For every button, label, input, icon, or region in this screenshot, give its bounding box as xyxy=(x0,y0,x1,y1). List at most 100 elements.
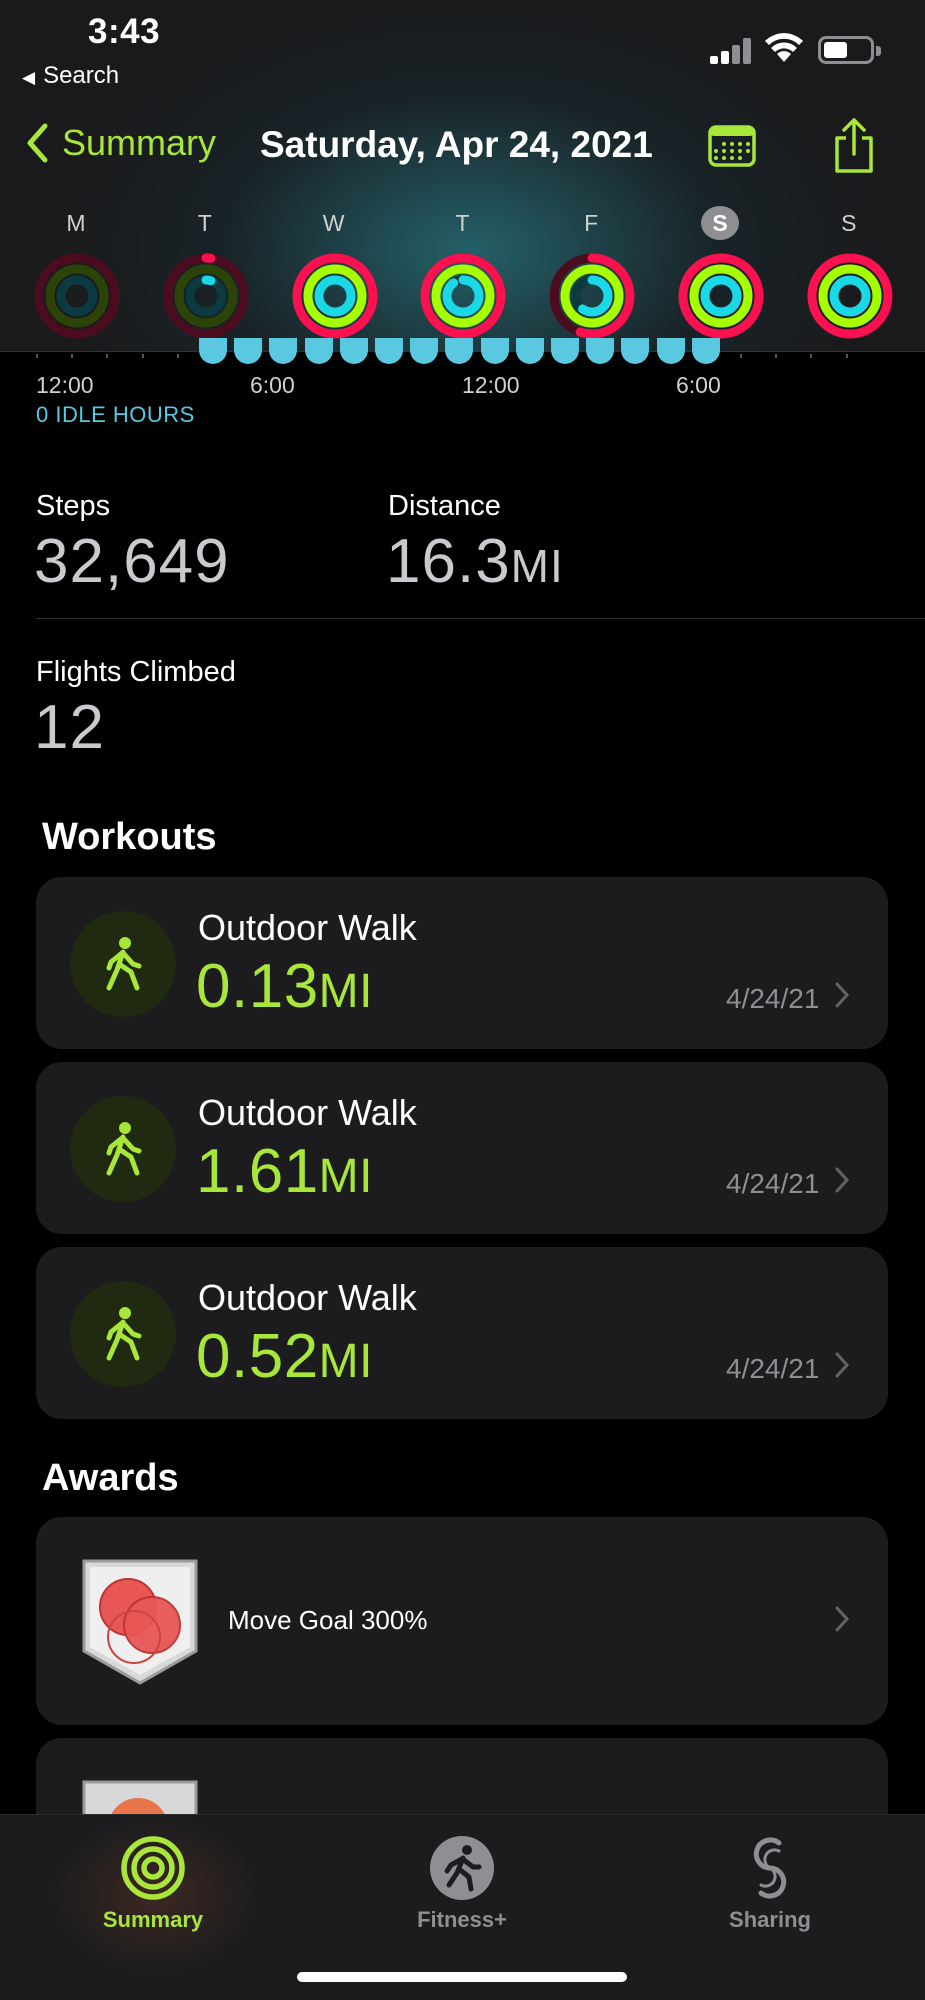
day-letter: W xyxy=(322,210,345,236)
calendar-icon[interactable] xyxy=(708,122,756,168)
workout-date: 4/24/21 xyxy=(726,983,820,1014)
chevron-right-icon xyxy=(835,1606,850,1632)
hour-tick xyxy=(176,354,179,358)
chevron-right-icon xyxy=(835,982,850,1008)
stand-hour-bar xyxy=(199,338,227,364)
workout-distance-unit: MI xyxy=(318,1335,373,1388)
walking-icon xyxy=(70,1281,176,1387)
workout-distance-unit: MI xyxy=(318,965,373,1018)
distance-number: 16.3 xyxy=(386,527,511,596)
share-icon[interactable] xyxy=(832,118,876,174)
tab-summary[interactable]: Summary xyxy=(53,1835,253,1933)
workout-date: 4/24/21 xyxy=(726,1168,820,1199)
stand-hour-bar xyxy=(339,338,368,364)
workout-title: Outdoor Walk xyxy=(198,907,417,948)
workout-card[interactable]: Outdoor Walk 1.61MI 4/24/21 xyxy=(36,1062,888,1234)
hourly-stand-bars xyxy=(36,338,896,364)
stand-hour-bar xyxy=(621,338,650,364)
steps-label: Steps xyxy=(36,490,111,522)
stand-hour-bar xyxy=(304,338,333,364)
back-to-app-link[interactable]: ◀ Search xyxy=(22,62,119,90)
chevron-right-icon xyxy=(835,1167,850,1193)
workout-distance-unit: MI xyxy=(318,1150,373,1203)
activity-rings-icon xyxy=(121,1836,185,1900)
stand-hour-bar xyxy=(656,338,685,364)
stand-hour-bar xyxy=(551,338,579,364)
stand-ring-track xyxy=(185,275,227,317)
walking-icon xyxy=(70,911,176,1017)
hour-tick xyxy=(141,354,144,358)
stand-hour-bar xyxy=(234,338,263,364)
wifi-icon xyxy=(765,33,803,62)
award-card[interactable]: Move Goal 300% xyxy=(36,1517,888,1725)
chevron-right-icon xyxy=(835,1352,850,1378)
hour-tick xyxy=(36,354,38,358)
hourly-stand-chart: 12:00 6:00 12:00 6:00 0 IDLE HOURS xyxy=(0,338,925,442)
stand-hour-bar xyxy=(515,338,544,364)
back-app-label: Search xyxy=(43,62,120,89)
day-letter: S xyxy=(841,210,857,236)
stand-ring-progress xyxy=(829,275,871,317)
day-rings-3[interactable]: T xyxy=(417,206,507,342)
tab-label: Sharing xyxy=(729,1907,811,1932)
stand-hour-bar xyxy=(375,338,403,364)
distance-unit: MI xyxy=(510,540,564,592)
distance-label: Distance xyxy=(388,490,501,522)
battery-icon xyxy=(818,36,881,64)
day-rings-0[interactable]: M xyxy=(31,206,121,342)
stand-hour-bar xyxy=(691,338,720,364)
workout-title: Outdoor Walk xyxy=(198,1277,417,1318)
runner-icon xyxy=(430,1836,494,1900)
workouts-section-title: Workouts xyxy=(42,816,217,858)
stand-ring-progress xyxy=(700,275,742,317)
workout-card[interactable]: Outdoor Walk 0.13MI 4/24/21 xyxy=(36,877,888,1049)
workout-distance: 0.13MI xyxy=(196,951,373,1022)
stand-hour-bar xyxy=(480,338,509,364)
day-letter: T xyxy=(455,210,470,236)
day-rings-2[interactable]: W xyxy=(289,206,379,342)
hour-label: 12:00 xyxy=(462,372,520,398)
hour-tick xyxy=(740,354,742,358)
tab-label: Fitness+ xyxy=(417,1907,507,1932)
activity-rings-icon xyxy=(678,253,764,339)
distance-value: 16.3MI xyxy=(386,526,564,597)
day-rings-6[interactable]: S xyxy=(804,206,894,342)
day-rings-5[interactable]: S xyxy=(675,206,765,342)
stand-ring-progress xyxy=(442,275,484,317)
workout-date: 4/24/21 xyxy=(726,1353,820,1384)
walking-icon xyxy=(70,1096,176,1202)
activity-rings-icon xyxy=(34,253,120,339)
workout-distance-number: 0.13 xyxy=(196,952,319,1021)
activity-rings-icon xyxy=(420,253,506,339)
tab-sharing[interactable]: Sharing xyxy=(670,1835,870,1933)
workout-distance-number: 1.61 xyxy=(196,1137,319,1206)
workout-title: Outdoor Walk xyxy=(198,1092,417,1133)
page-title: Saturday, Apr 24, 2021 xyxy=(260,124,653,165)
hour-label: 12:00 xyxy=(36,372,94,398)
day-rings-4[interactable]: F xyxy=(546,206,636,342)
workout-distance-number: 0.52 xyxy=(196,1322,319,1391)
week-rings-strip: MTWTFSS xyxy=(0,206,925,346)
cellular-signal-icon xyxy=(710,36,754,64)
hour-label: 6:00 xyxy=(250,372,295,398)
activity-rings-icon xyxy=(292,253,378,339)
tab-fitness-plus[interactable]: Fitness+ xyxy=(362,1835,562,1933)
day-rings-1[interactable]: T xyxy=(160,206,250,342)
hour-tick xyxy=(810,354,813,358)
back-triangle-icon: ◀ xyxy=(22,68,36,87)
hour-label: 6:00 xyxy=(676,372,721,398)
activity-rings-icon xyxy=(549,253,635,339)
stand-hour-bar xyxy=(269,338,298,364)
activity-rings-icon xyxy=(163,253,249,339)
stand-hour-bar xyxy=(410,338,439,364)
home-indicator[interactable] xyxy=(297,1972,627,1982)
summary-back-button[interactable]: Summary xyxy=(26,122,216,164)
workout-card[interactable]: Outdoor Walk 0.52MI 4/24/21 xyxy=(36,1247,888,1419)
chevron-left-icon xyxy=(27,123,48,163)
hour-tick xyxy=(845,354,848,358)
stand-ring-track xyxy=(56,275,98,317)
award-title: Move Goal 300% xyxy=(228,1605,428,1635)
day-letter: M xyxy=(66,210,86,236)
workout-distance: 1.61MI xyxy=(196,1136,373,1207)
tab-label: Summary xyxy=(102,1907,204,1932)
